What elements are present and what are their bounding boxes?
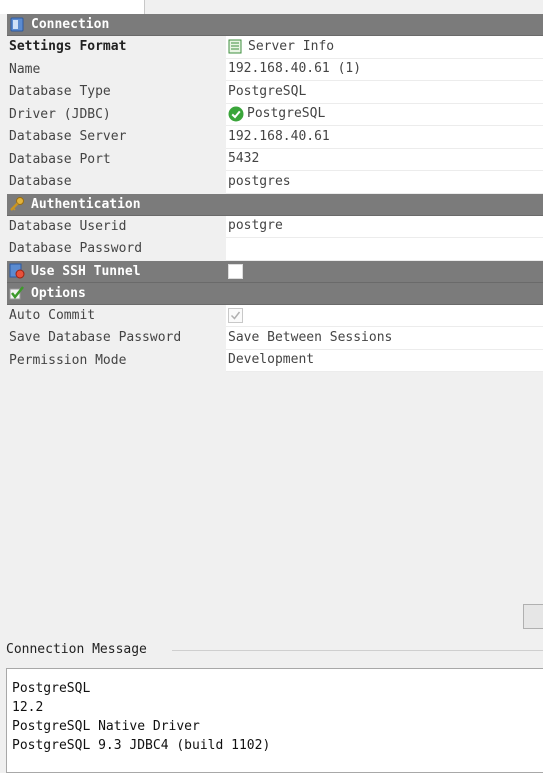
auto-commit-value (226, 304, 543, 327)
row-database-password[interactable]: Database Password (7, 238, 543, 261)
settings-format-label: Settings Format (9, 39, 127, 54)
database-port-label: Database Port (9, 151, 111, 167)
row-driver[interactable]: Driver (JDBC) PostgreSQL (7, 103, 543, 126)
row-permission-mode[interactable]: Permission Mode Development (7, 349, 543, 372)
permission-mode-value[interactable]: Development (226, 349, 543, 372)
ssh-tunnel-icon (9, 263, 25, 279)
settings-format-text: Server Info (248, 38, 335, 54)
auto-commit-checkbox[interactable] (228, 307, 243, 323)
options-check-icon (9, 285, 25, 301)
section-authentication-title: Authentication (31, 196, 141, 212)
section-options[interactable]: Options (7, 282, 543, 305)
message-line: PostgreSQL 9.3 JDBC4 (build 1102) (12, 738, 271, 753)
connection-message-box[interactable]: PostgreSQL 12.2 PostgreSQL Native Driver… (6, 668, 543, 773)
server-info-icon (228, 39, 242, 54)
top-strip (0, 0, 543, 14)
ssh-tunnel-checkbox[interactable] (228, 263, 243, 279)
fieldset-divider (172, 650, 543, 651)
name-value[interactable]: 192.168.40.61 (1) (226, 58, 543, 81)
database-server-value[interactable]: 192.168.40.61 (226, 126, 543, 149)
message-line: 12.2 (12, 700, 44, 715)
side-button[interactable] (523, 604, 543, 629)
name-label: Name (9, 61, 41, 77)
database-label: Database (9, 174, 72, 189)
tab-edge (0, 0, 145, 14)
row-database-server[interactable]: Database Server 192.168.40.61 (7, 126, 543, 149)
row-settings-format[interactable]: Settings Format Server Info (7, 36, 543, 59)
section-connection-title: Connection (31, 17, 110, 32)
section-ssh-tunnel[interactable]: Use SSH Tunnel (7, 260, 543, 283)
section-options-title: Options (31, 285, 86, 301)
connection-message-title: Connection Message (6, 642, 153, 657)
driver-value[interactable]: PostgreSQL (226, 103, 543, 126)
database-password-label: Database Password (9, 241, 143, 256)
database-port-value[interactable]: 5432 (226, 148, 543, 171)
row-name[interactable]: Name 192.168.40.61 (1) (7, 58, 543, 81)
row-auto-commit[interactable]: Auto Commit (7, 304, 543, 327)
message-line: PostgreSQL (12, 681, 91, 696)
section-connection[interactable]: Connection (7, 14, 543, 36)
database-userid-value[interactable]: postgre (226, 215, 543, 238)
permission-mode-label: Permission Mode (9, 352, 127, 368)
message-line: PostgreSQL Native Driver (12, 719, 200, 734)
check-ok-icon (228, 106, 244, 122)
database-type-label: Database Type (9, 84, 111, 99)
database-type-value[interactable]: PostgreSQL (226, 81, 543, 104)
key-icon (9, 196, 25, 212)
database-password-field[interactable] (226, 238, 543, 261)
section-ssh-title: Use SSH Tunnel (31, 263, 141, 279)
row-save-password[interactable]: Save Database Password Save Between Sess… (7, 327, 543, 350)
row-database-port[interactable]: Database Port 5432 (7, 148, 543, 171)
row-database[interactable]: Database postgres (7, 171, 543, 194)
row-database-type[interactable]: Database Type PostgreSQL (7, 81, 543, 104)
settings-format-value[interactable]: Server Info (226, 36, 543, 59)
section-authentication[interactable]: Authentication (7, 193, 543, 216)
properties-grid: Connection Settings Format Server Info N… (7, 14, 543, 372)
save-password-value[interactable]: Save Between Sessions (226, 327, 543, 350)
database-value[interactable]: postgres (226, 171, 543, 194)
database-server-label: Database Server (9, 129, 127, 144)
auto-commit-label: Auto Commit (9, 307, 96, 323)
database-icon (9, 17, 25, 33)
driver-text: PostgreSQL (247, 106, 326, 122)
database-userid-label: Database Userid (9, 218, 127, 234)
driver-label: Driver (JDBC) (9, 106, 111, 122)
save-password-label: Save Database Password (9, 330, 182, 345)
row-database-userid[interactable]: Database Userid postgre (7, 215, 543, 238)
